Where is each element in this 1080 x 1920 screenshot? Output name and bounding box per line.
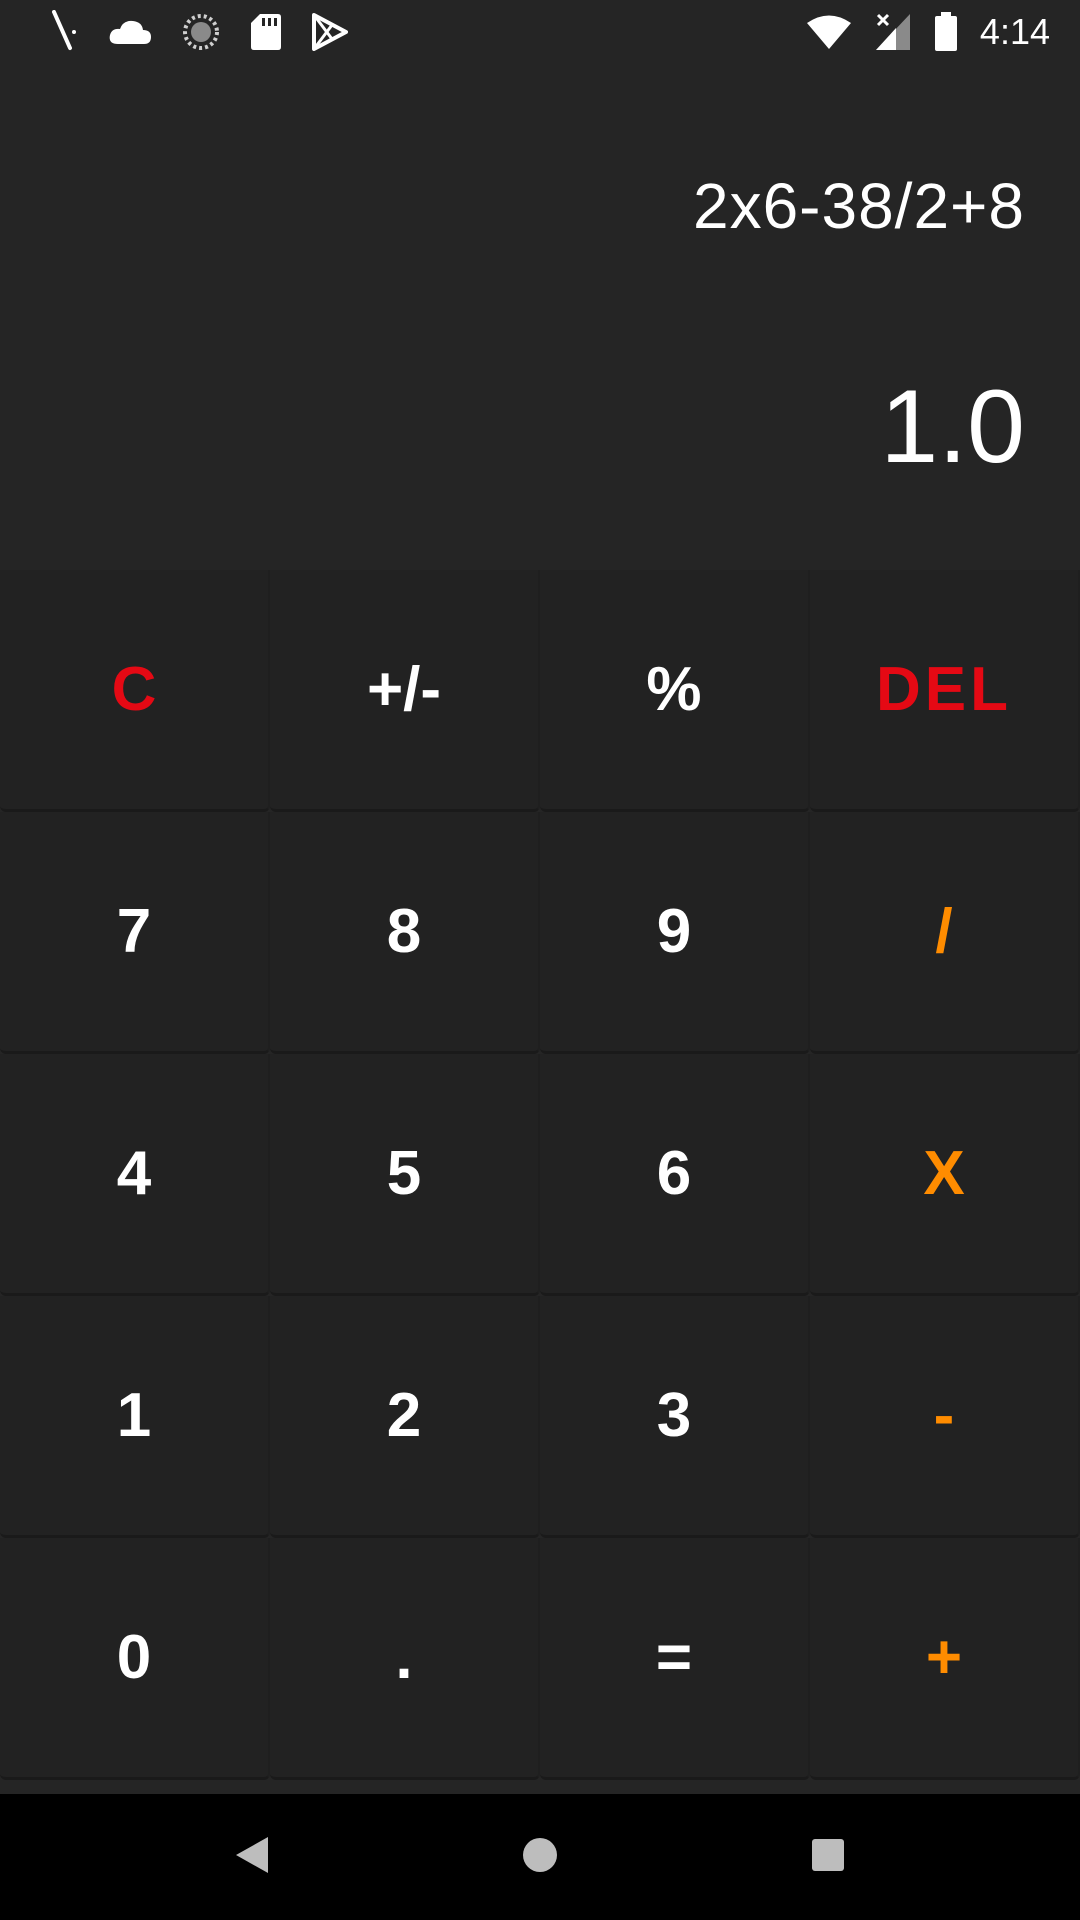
- equals-button[interactable]: =: [540, 1538, 810, 1780]
- status-left-icons: [48, 9, 378, 54]
- delete-button[interactable]: DEL: [810, 570, 1080, 812]
- battery-icon: [934, 11, 958, 52]
- back-button[interactable]: [192, 1812, 312, 1902]
- status-right-icons: 4:14: [784, 11, 1050, 53]
- digit-0-button[interactable]: 0: [0, 1538, 270, 1780]
- sd-card-icon: [250, 13, 282, 51]
- digit-3-button[interactable]: 3: [540, 1296, 810, 1538]
- play-store-icon: [312, 12, 348, 51]
- wifi-icon: [806, 14, 852, 50]
- recents-icon: [811, 1838, 845, 1877]
- digit-6-button[interactable]: 6: [540, 1054, 810, 1296]
- digit-4-button[interactable]: 4: [0, 1054, 270, 1296]
- navigation-bar: [0, 1794, 1080, 1920]
- divide-button[interactable]: /: [810, 812, 1080, 1054]
- keypad: C +/- % DEL 7 8 9 / 4 5 6 X 1 2 3 - 0 . …: [0, 570, 1080, 1780]
- digit-1-button[interactable]: 1: [0, 1296, 270, 1538]
- add-button[interactable]: +: [810, 1538, 1080, 1780]
- clear-button[interactable]: C: [0, 570, 270, 812]
- home-button[interactable]: [480, 1812, 600, 1902]
- subtract-button[interactable]: -: [810, 1296, 1080, 1538]
- cloud-icon: [108, 18, 152, 46]
- home-icon: [521, 1836, 559, 1879]
- expression-text: 2x6-38/2+8: [692, 170, 1025, 242]
- digit-2-button[interactable]: 2: [270, 1296, 540, 1538]
- cell-signal-icon: [874, 12, 912, 52]
- decimal-button[interactable]: .: [270, 1538, 540, 1780]
- result-text: 1.0: [880, 369, 1025, 485]
- digit-9-button[interactable]: 9: [540, 812, 810, 1054]
- status-bar: 4:14: [0, 0, 1080, 63]
- back-icon: [234, 1835, 270, 1880]
- calculator-display: 2x6-38/2+8 1.0: [0, 63, 1080, 570]
- digit-7-button[interactable]: 7: [0, 812, 270, 1054]
- sign-toggle-button[interactable]: +/-: [270, 570, 540, 812]
- pen-icon: [48, 9, 78, 54]
- digit-8-button[interactable]: 8: [270, 812, 540, 1054]
- percent-button[interactable]: %: [540, 570, 810, 812]
- clock: 4:14: [979, 10, 1050, 52]
- multiply-button[interactable]: X: [810, 1054, 1080, 1296]
- digit-5-button[interactable]: 5: [270, 1054, 540, 1296]
- recents-button[interactable]: [768, 1812, 888, 1902]
- sync-circle-icon: [182, 13, 220, 51]
